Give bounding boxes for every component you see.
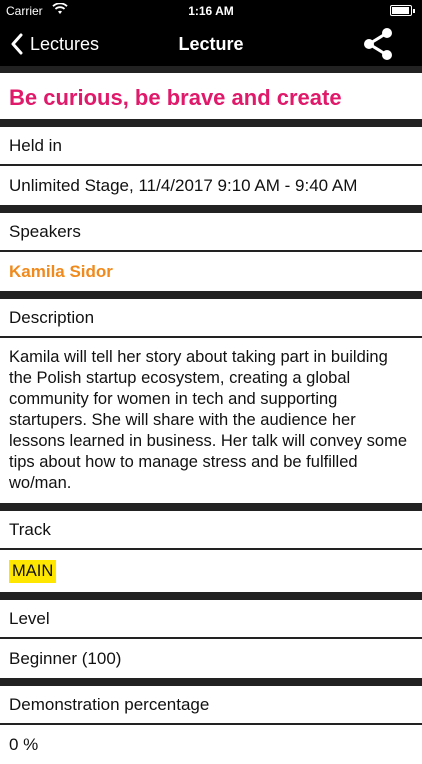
track-label: Track (0, 511, 422, 550)
lecture-header: Be curious, be brave and create (0, 66, 422, 119)
description-label: Description (0, 299, 422, 338)
back-button-label: Lectures (30, 33, 100, 54)
level-value: Beginner (100) (9, 649, 122, 668)
section-divider (0, 119, 422, 127)
section-divider (0, 205, 422, 213)
status-time: 1:16 AM (188, 4, 234, 18)
section-divider (0, 503, 422, 511)
section-divider (0, 291, 422, 299)
description-text: Kamila will tell her story about taking … (9, 348, 408, 492)
speaker-link[interactable]: Kamila Sidor (0, 252, 422, 291)
demo-percentage-value: 0 % (9, 735, 39, 754)
lecture-detail: Be curious, be brave and create Held in … (0, 66, 422, 764)
speakers-label: Speakers (0, 213, 422, 252)
track-row: MAIN (0, 550, 422, 592)
held-in-value: Unlimited Stage, 11/4/2017 9:10 AM - 9:4… (9, 176, 358, 195)
held-in-label: Held in (0, 127, 422, 166)
level-label: Level (0, 600, 422, 639)
chevron-left-icon (10, 33, 24, 55)
back-button[interactable]: Lectures (10, 31, 99, 57)
share-icon[interactable] (360, 26, 396, 62)
section-divider (0, 592, 422, 600)
navigation-bar: Lectures Lecture (0, 22, 422, 66)
status-bar: Carrier 1:16 AM (0, 0, 422, 22)
battery-icon (390, 5, 415, 16)
section-divider (0, 678, 422, 686)
demo-percentage-label: Demonstration percentage (0, 686, 422, 725)
lecture-title: Be curious, be brave and create (9, 85, 342, 110)
track-badge: MAIN (9, 560, 57, 583)
